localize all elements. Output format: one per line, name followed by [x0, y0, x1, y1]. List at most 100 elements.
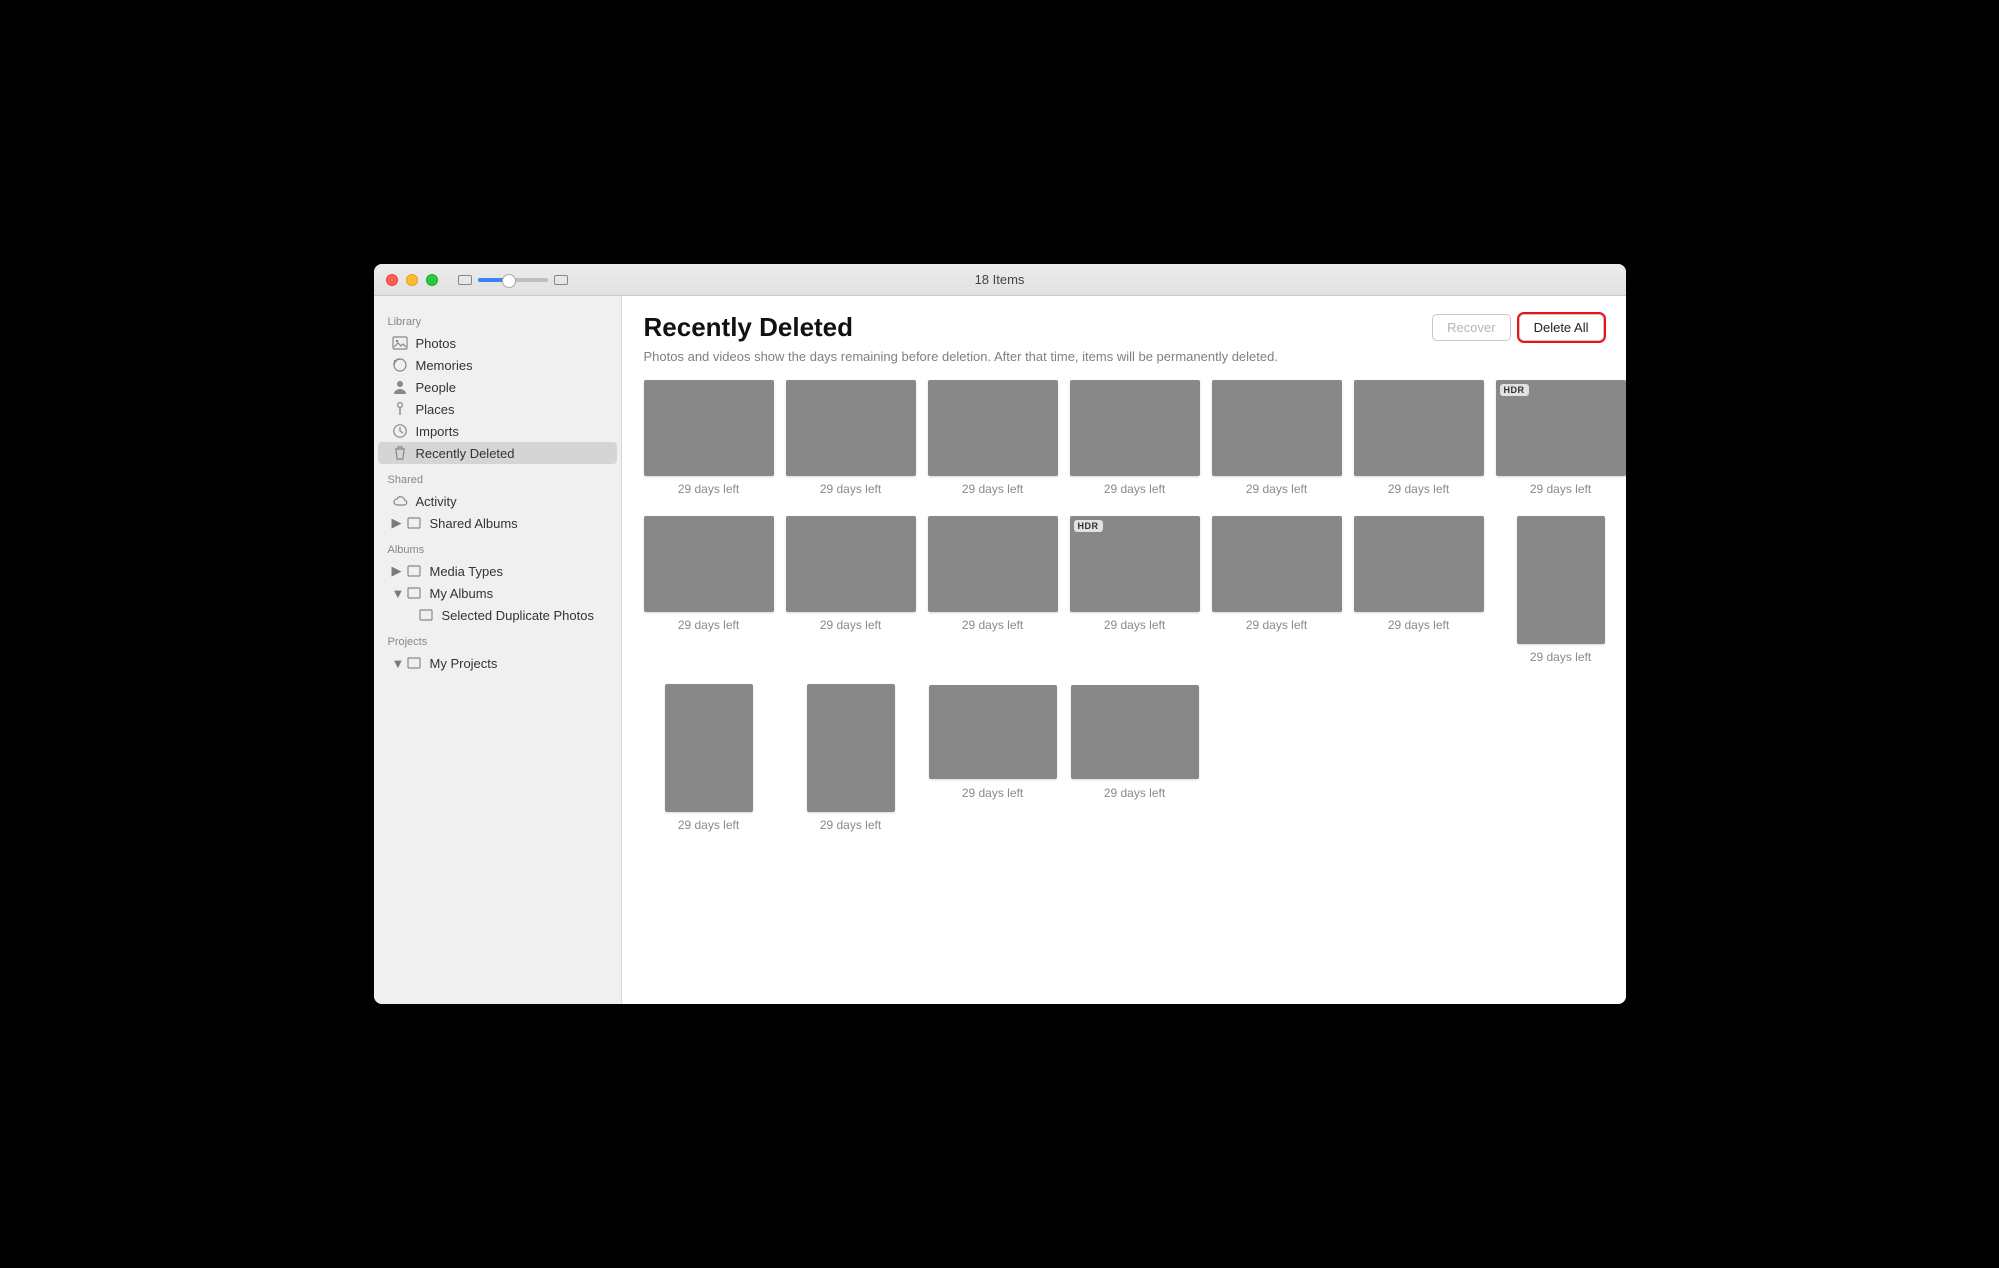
- sidebar-item-memories[interactable]: Memories: [378, 354, 617, 376]
- sidebar-item-imports[interactable]: Imports: [378, 420, 617, 442]
- photo-thumbnail[interactable]: [644, 380, 774, 476]
- days-left-label: 29 days left: [1530, 482, 1591, 496]
- days-left-label: 29 days left: [1388, 482, 1449, 496]
- photo-grid: 29 days left29 days left29 days left29 d…: [644, 380, 1604, 832]
- photo-image: [1354, 380, 1484, 476]
- photo-image: [1354, 516, 1484, 612]
- photo-thumbnail[interactable]: [1212, 380, 1342, 476]
- photo-thumbnail[interactable]: [928, 684, 1058, 780]
- disclosure-down-icon[interactable]: ▼: [392, 656, 402, 671]
- sidebar-item-activity[interactable]: Activity: [378, 490, 617, 512]
- photo-thumbnail[interactable]: [644, 684, 774, 812]
- photo-thumbnail[interactable]: [644, 516, 774, 612]
- photo-cell: 29 days left: [1212, 516, 1342, 664]
- thumbnail-size-control[interactable]: [458, 275, 568, 285]
- photo-thumbnail[interactable]: [928, 380, 1058, 476]
- close-window-button[interactable]: [386, 274, 398, 286]
- sidebar-item-selected-duplicate-photos[interactable]: Selected Duplicate Photos: [378, 604, 617, 626]
- sidebar-label: Memories: [416, 358, 473, 373]
- people-icon: [392, 379, 408, 395]
- photo-image: [928, 380, 1058, 476]
- days-left-label: 29 days left: [678, 482, 739, 496]
- cloud-icon: [392, 493, 408, 509]
- sidebar-item-my-albums[interactable]: ▼ My Albums: [378, 582, 617, 604]
- sidebar-section-library: Library: [374, 312, 621, 332]
- photo-cell: HDR 29 days left: [1070, 516, 1200, 664]
- sidebar-item-recently-deleted[interactable]: Recently Deleted: [378, 442, 617, 464]
- days-left-label: 29 days left: [1246, 618, 1307, 632]
- days-left-label: 29 days left: [962, 482, 1023, 496]
- sidebar-section-shared: Shared: [374, 470, 621, 490]
- app-window: 18 Items Library Photos Memories People …: [374, 264, 1626, 1004]
- folder-icon: [406, 655, 422, 671]
- photo-thumbnail[interactable]: [928, 516, 1058, 612]
- photo-thumbnail[interactable]: [786, 380, 916, 476]
- sidebar-section-albums: Albums: [374, 540, 621, 560]
- days-left-label: 29 days left: [1104, 786, 1165, 800]
- photo-image: [928, 516, 1058, 612]
- photo-thumbnail[interactable]: [1070, 684, 1200, 780]
- zoom-large-icon: [554, 275, 568, 285]
- days-left-label: 29 days left: [1104, 618, 1165, 632]
- zoom-slider[interactable]: [478, 278, 548, 282]
- photo-image: [1070, 380, 1200, 476]
- sidebar-label: Shared Albums: [430, 516, 518, 531]
- sidebar-item-people[interactable]: People: [378, 376, 617, 398]
- recover-button[interactable]: Recover: [1432, 314, 1510, 341]
- sidebar-item-photos[interactable]: Photos: [378, 332, 617, 354]
- main-content: Recently Deleted Recover Delete All Phot…: [622, 296, 1626, 1004]
- fullscreen-window-button[interactable]: [426, 274, 438, 286]
- disclosure-right-icon[interactable]: ▶: [392, 563, 402, 579]
- photo-cell: 29 days left: [644, 516, 774, 664]
- photo-cell: 29 days left: [1496, 516, 1626, 664]
- window-controls: [374, 274, 438, 286]
- photo-thumbnail[interactable]: [1354, 516, 1484, 612]
- photo-cell: 29 days left: [928, 684, 1058, 832]
- page-subtitle: Photos and videos show the days remainin…: [644, 349, 1604, 364]
- sidebar-item-places[interactable]: Places: [378, 398, 617, 420]
- photo-cell: 29 days left: [1070, 380, 1200, 496]
- sidebar-label: My Projects: [430, 656, 498, 671]
- photo-thumbnail[interactable]: [786, 684, 916, 812]
- titlebar: 18 Items: [374, 264, 1626, 296]
- photo-cell: 29 days left: [1070, 684, 1200, 832]
- album-icon: [406, 563, 422, 579]
- photo-image: [1212, 380, 1342, 476]
- photo-image: [1071, 685, 1199, 779]
- photo-image: [786, 516, 916, 612]
- photo-thumbnail[interactable]: [786, 516, 916, 612]
- photo-thumbnail[interactable]: HDR: [1070, 516, 1200, 612]
- days-left-label: 29 days left: [962, 618, 1023, 632]
- delete-all-button[interactable]: Delete All: [1519, 314, 1604, 341]
- photo-thumbnail[interactable]: [1070, 380, 1200, 476]
- sidebar-label: Imports: [416, 424, 459, 439]
- days-left-label: 29 days left: [678, 818, 739, 832]
- sidebar-item-shared-albums[interactable]: ▶ Shared Albums: [378, 512, 617, 534]
- album-icon: [406, 515, 422, 531]
- sidebar-label: People: [416, 380, 456, 395]
- photo-thumbnail[interactable]: [1354, 380, 1484, 476]
- photo-image: [1212, 516, 1342, 612]
- photo-image: [644, 516, 774, 612]
- sidebar: Library Photos Memories People Places Im…: [374, 296, 622, 1004]
- photo-thumbnail[interactable]: [1496, 516, 1626, 644]
- sidebar-item-media-types[interactable]: ▶ Media Types: [378, 560, 617, 582]
- album-icon: [406, 585, 422, 601]
- zoom-small-icon: [458, 275, 472, 285]
- album-icon: [418, 607, 434, 623]
- imports-icon: [392, 423, 408, 439]
- header-row: Recently Deleted Recover Delete All: [644, 312, 1604, 343]
- photo-thumbnail[interactable]: HDR: [1496, 380, 1626, 476]
- disclosure-down-icon[interactable]: ▼: [392, 586, 402, 601]
- sidebar-label: Selected Duplicate Photos: [442, 608, 594, 623]
- days-left-label: 29 days left: [962, 786, 1023, 800]
- sidebar-item-my-projects[interactable]: ▼ My Projects: [378, 652, 617, 674]
- hdr-badge: HDR: [1500, 384, 1529, 396]
- photo-cell: 29 days left: [786, 380, 916, 496]
- minimize-window-button[interactable]: [406, 274, 418, 286]
- photos-icon: [392, 335, 408, 351]
- photo-cell: 29 days left: [786, 516, 916, 664]
- disclosure-right-icon[interactable]: ▶: [392, 515, 402, 531]
- page-title: Recently Deleted: [644, 312, 854, 343]
- photo-thumbnail[interactable]: [1212, 516, 1342, 612]
